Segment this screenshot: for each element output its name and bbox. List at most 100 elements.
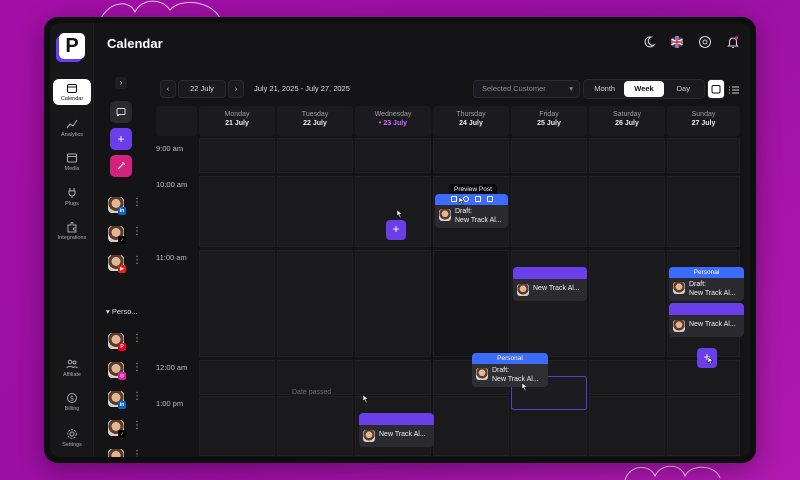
expand-panel-button[interactable]: › [115, 77, 127, 89]
time-slot[interactable] [511, 138, 587, 173]
preview-button[interactable] [110, 101, 132, 123]
caret-down-icon: ▾ [569, 84, 573, 93]
time-slot[interactable] [589, 396, 665, 456]
time-slot[interactable] [199, 396, 275, 456]
event-body: New Track Al... [359, 425, 434, 443]
customer-group[interactable]: ▾ Perso... [106, 307, 138, 316]
more-options-icon[interactable]: ⋮ [132, 363, 142, 373]
nav-item-media[interactable]: Media [53, 149, 91, 175]
time-slot[interactable] [199, 138, 275, 173]
day-date: 27 July [691, 120, 716, 127]
more-options-icon[interactable]: ⋮ [132, 421, 142, 431]
nav-item-affiliate[interactable]: Affiliate [53, 355, 91, 381]
duplicate-icon[interactable] [450, 196, 457, 202]
channel-linkedin-2[interactable]: in ⋮ [108, 389, 142, 411]
time-slot[interactable] [355, 360, 431, 395]
event-title: New Track Al... [492, 375, 539, 383]
time-slot[interactable] [667, 396, 740, 456]
event-sunday-personal[interactable]: Personal Draft: New Track Al... [669, 267, 744, 301]
time-slot[interactable] [277, 396, 353, 456]
channel-youtube-1[interactable]: ▶ ⋮ [108, 253, 142, 275]
nav-item-plugs[interactable]: Plugs [53, 184, 91, 210]
more-options-icon[interactable]: ⋮ [132, 256, 142, 266]
time-slot[interactable] [199, 250, 275, 357]
nav-item-calendar[interactable]: Calendar [53, 79, 91, 105]
view-week-tab[interactable]: Week [624, 81, 664, 97]
time-slot[interactable] [589, 138, 665, 173]
language-flag-icon[interactable] [670, 35, 684, 49]
customer-select-value: Selected Customer [482, 84, 546, 93]
day-date-today: • 23 July [378, 120, 408, 127]
channel-youtube-2[interactable]: ▶ ⋮ [108, 447, 142, 457]
time-slot[interactable] [355, 138, 431, 173]
event-friday-track[interactable]: New Track Al... [513, 267, 587, 301]
nav-label: Settings [62, 442, 82, 448]
time-label: 12:00 am [156, 363, 188, 372]
time-slot[interactable] [199, 176, 275, 247]
more-options-icon[interactable]: ⋮ [132, 227, 142, 237]
event-title: New Track Al... [533, 285, 580, 292]
week-calendar: Monday 21 July Tuesday 22 July Wednesday… [156, 106, 744, 457]
time-slot[interactable] [667, 176, 740, 247]
create-post-button[interactable]: + [110, 128, 132, 150]
view-day-tab[interactable]: Day [664, 81, 703, 97]
time-slot[interactable] [667, 138, 740, 173]
prev-week-button[interactable]: ‹ [160, 80, 176, 98]
customer-select[interactable]: Selected Customer ▾ [473, 80, 580, 98]
event-thursday-draft[interactable]: Draft: New Track Al... [435, 194, 508, 228]
nav-item-analytics[interactable]: Analytics [53, 115, 91, 141]
nav-label: Affiliate [63, 372, 81, 378]
current-date-display[interactable]: 22 July [178, 80, 226, 98]
time-slot[interactable] [277, 250, 353, 357]
time-slot[interactable] [589, 176, 665, 247]
nav-item-settings[interactable]: Settings [53, 425, 91, 451]
linkedin-icon: in [118, 401, 126, 409]
chrome-icon[interactable] [698, 35, 712, 49]
delete-icon[interactable] [486, 196, 493, 202]
time-slot[interactable] [433, 396, 509, 456]
post-thumbnail [476, 368, 488, 380]
day-header-saturday: Saturday 26 July [589, 106, 665, 136]
channel-pinterest[interactable]: P ⋮ [108, 331, 142, 353]
more-options-icon[interactable]: ⋮ [132, 334, 142, 344]
event-sunday-track[interactable]: New Track Al... [669, 303, 744, 337]
time-slot[interactable] [589, 360, 665, 395]
time-label: 11:00 am [156, 253, 187, 262]
bell-icon[interactable] [726, 35, 740, 49]
next-week-button[interactable]: › [228, 80, 244, 98]
more-options-icon[interactable]: ⋮ [132, 392, 142, 402]
view-month-tab[interactable]: Month [585, 81, 624, 97]
nav-item-billing[interactable]: $ Billing [53, 389, 91, 415]
time-slot[interactable] [511, 176, 587, 247]
hand-cursor-icon [521, 382, 528, 392]
dark-mode-icon[interactable] [642, 35, 656, 49]
nav-item-integrations[interactable]: Integrations [53, 218, 91, 244]
channel-tiktok-1[interactable]: ♪ ⋮ [108, 224, 142, 246]
time-slot[interactable] [433, 138, 509, 173]
time-slot[interactable] [199, 360, 275, 395]
time-slot[interactable] [355, 250, 431, 357]
list-view-button[interactable] [728, 83, 740, 95]
statistics-icon[interactable] [474, 196, 481, 202]
time-slot[interactable] [277, 138, 353, 173]
app-logo[interactable]: P [59, 33, 85, 59]
time-slot[interactable] [433, 250, 509, 357]
day-header-friday: Friday 25 July [511, 106, 587, 136]
more-options-icon[interactable]: ⋮ [132, 450, 142, 458]
event-dragging-personal[interactable]: Personal Draft: New Track Al... [472, 353, 548, 387]
time-label: 10:00 am [156, 180, 188, 189]
ai-generate-button[interactable] [110, 155, 132, 177]
channel-linkedin-1[interactable]: in ⋮ [108, 195, 142, 217]
channel-instagram[interactable]: ◎ ⋮ [108, 360, 142, 382]
add-post-button[interactable]: + [386, 220, 406, 240]
time-slot[interactable] [277, 176, 353, 247]
calendar-view-button[interactable] [707, 79, 725, 99]
time-slot[interactable] [589, 250, 665, 357]
channel-tiktok-2[interactable]: ♪ ⋮ [108, 418, 142, 440]
day-date: 21 July [225, 120, 249, 127]
app-window: P Calendar Analytics Media Plugs Integra… [44, 17, 756, 463]
more-options-icon[interactable]: ⋮ [132, 198, 142, 208]
event-body: New Track Al... [513, 279, 587, 297]
event-wednesday-track[interactable]: New Track Al... [359, 413, 434, 447]
top-actions [642, 35, 740, 49]
